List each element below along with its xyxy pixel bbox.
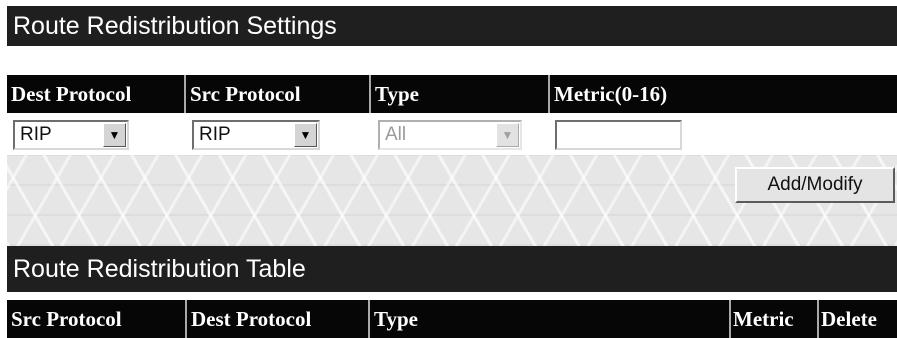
table-header-row: Src Protocol Dest Protocol Type Metric D…: [7, 300, 897, 338]
type-value: All: [385, 124, 407, 145]
settings-input-row: RIP ▼ RIP ▼ All ▼: [7, 113, 897, 155]
table-header-metric: Metric: [733, 306, 794, 331]
header-src-protocol: Src Protocol: [190, 81, 301, 106]
src-protocol-value: RIP: [199, 124, 231, 145]
table-title-bar: Route Redistribution Table: [7, 246, 897, 292]
dest-protocol-value: RIP: [20, 124, 52, 145]
add-modify-button[interactable]: Add/Modify: [735, 167, 895, 203]
button-area: Add/Modify: [7, 155, 897, 246]
header-metric: Metric(0-16): [554, 81, 668, 106]
settings-header-row: Dest Protocol Src Protocol Type Metric(0…: [7, 75, 897, 113]
table-header-src-protocol: Src Protocol: [11, 306, 122, 331]
table-header-dest-protocol: Dest Protocol: [191, 306, 312, 331]
chevron-down-icon: ▼: [496, 123, 519, 147]
chevron-down-icon[interactable]: ▼: [103, 123, 126, 147]
header-type: Type: [375, 81, 419, 106]
table-title: Route Redistribution Table: [13, 254, 306, 283]
type-select[interactable]: All ▼: [378, 120, 522, 150]
table-header-delete: Delete: [821, 306, 877, 331]
src-protocol-select[interactable]: RIP ▼: [192, 120, 320, 150]
settings-title-bar: Route Redistribution Settings: [7, 6, 897, 46]
table-header-type: Type: [374, 306, 418, 331]
dest-protocol-select[interactable]: RIP ▼: [13, 120, 129, 150]
metric-input[interactable]: [555, 120, 682, 150]
route-redistribution-page: Route Redistribution Settings Dest Proto…: [0, 0, 897, 338]
chevron-down-icon[interactable]: ▼: [294, 123, 317, 147]
header-dest-protocol: Dest Protocol: [11, 81, 132, 106]
settings-title: Route Redistribution Settings: [13, 11, 337, 40]
